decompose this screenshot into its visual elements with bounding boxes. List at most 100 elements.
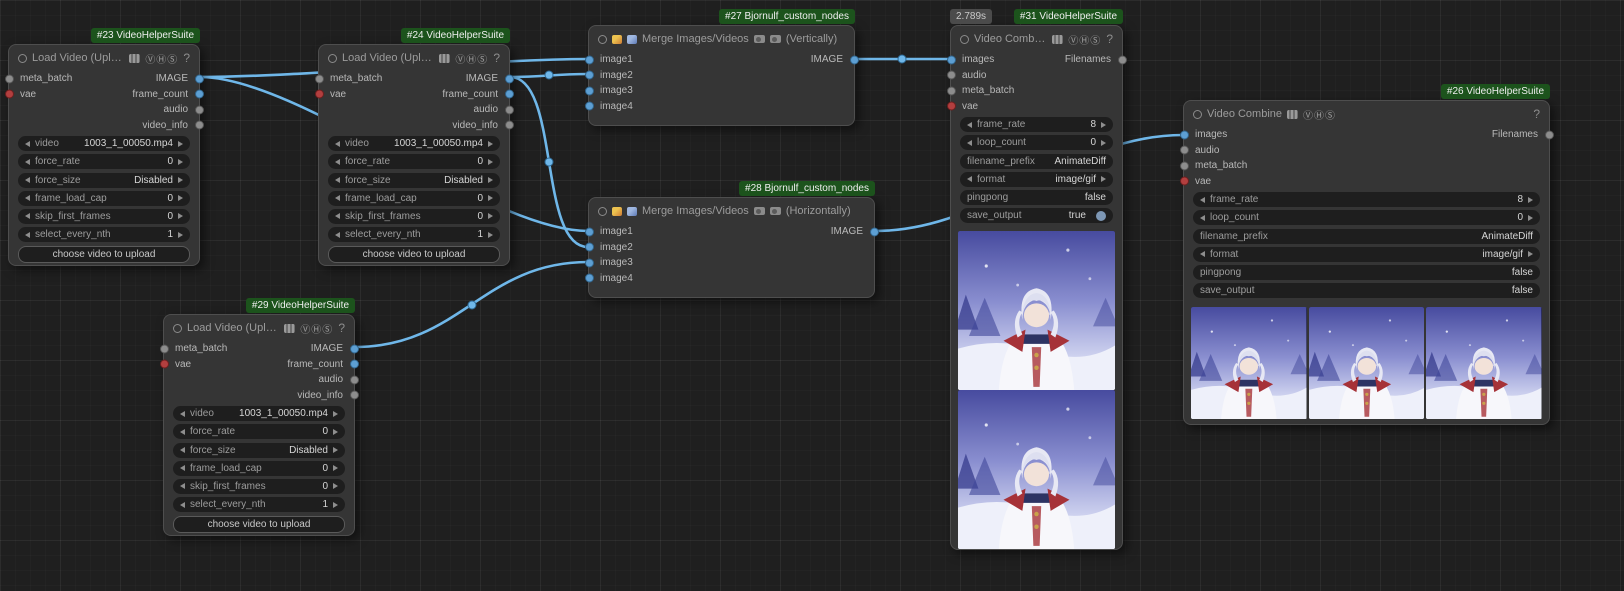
widget-skip_first_frames[interactable]: skip_first_frames0 <box>173 479 345 494</box>
output-port-audio[interactable] <box>195 105 204 114</box>
widget-frame_load_cap[interactable]: frame_load_cap0 <box>18 191 190 206</box>
choose-video-button[interactable]: choose video to upload <box>328 246 500 263</box>
decrement-arrow[interactable] <box>1200 215 1205 221</box>
increment-arrow[interactable] <box>1528 251 1533 257</box>
increment-arrow[interactable] <box>333 465 338 471</box>
widget-format[interactable]: formatimage/gif <box>960 172 1113 187</box>
collapse-dot[interactable] <box>173 324 182 333</box>
increment-arrow[interactable] <box>178 177 183 183</box>
increment-arrow[interactable] <box>488 213 493 219</box>
decrement-arrow[interactable] <box>180 447 185 453</box>
output-port-video_info[interactable] <box>350 391 359 400</box>
widget-filename_prefix[interactable]: filename_prefixAnimateDiff <box>1193 229 1540 244</box>
decrement-arrow[interactable] <box>25 195 30 201</box>
node-load-video-24[interactable]: Load Video (Upload) ⓋⒽⓈ ? meta_batch IMA… <box>318 44 510 266</box>
widget-frame_rate[interactable]: frame_rate8 <box>960 117 1113 132</box>
node-video-combine-26[interactable]: Video Combine ⓋⒽⓈ ? images Filenames aud… <box>1183 100 1550 425</box>
widget-select_every_nth[interactable]: select_every_nth1 <box>328 227 500 242</box>
output-port-frame_count[interactable] <box>195 90 204 99</box>
input-port-meta_batch[interactable] <box>160 344 169 353</box>
input-port-image2[interactable] <box>585 243 594 252</box>
widget-select_every_nth[interactable]: select_every_nth1 <box>173 497 345 512</box>
increment-arrow[interactable] <box>1101 122 1106 128</box>
output-port-filenames[interactable] <box>1545 130 1554 139</box>
input-port-meta_batch[interactable] <box>1180 161 1189 170</box>
decrement-arrow[interactable] <box>335 141 340 147</box>
increment-arrow[interactable] <box>178 159 183 165</box>
widget-force_rate[interactable]: force_rate0 <box>328 154 500 169</box>
node-header[interactable]: Load Video (Upload) ⓋⒽⓈ ? <box>164 315 354 341</box>
input-port-vae[interactable] <box>947 102 956 111</box>
toggle-dot[interactable] <box>1096 211 1106 221</box>
increment-arrow[interactable] <box>1528 215 1533 221</box>
increment-arrow[interactable] <box>333 502 338 508</box>
output-port-image[interactable] <box>505 74 514 83</box>
widget-filename_prefix[interactable]: filename_prefixAnimateDiff <box>960 154 1113 169</box>
increment-arrow[interactable] <box>178 141 183 147</box>
widget-video[interactable]: video1003_1_00050.mp4 <box>328 136 500 151</box>
collapse-dot[interactable] <box>598 35 607 44</box>
help-icon[interactable]: ? <box>183 51 190 65</box>
decrement-arrow[interactable] <box>967 140 972 146</box>
help-icon[interactable]: ? <box>493 51 500 65</box>
choose-video-button[interactable]: choose video to upload <box>173 516 345 533</box>
decrement-arrow[interactable] <box>335 195 340 201</box>
node-graph-canvas[interactable]: #23 VideoHelperSuite #24 VideoHelperSuit… <box>0 0 1624 591</box>
decrement-arrow[interactable] <box>335 159 340 165</box>
widget-force_size[interactable]: force_sizeDisabled <box>18 173 190 188</box>
input-port-image1[interactable] <box>585 55 594 64</box>
increment-arrow[interactable] <box>488 195 493 201</box>
input-port-image3[interactable] <box>585 86 594 95</box>
input-port-images[interactable] <box>1180 130 1189 139</box>
collapse-dot[interactable] <box>18 54 27 63</box>
widget-pingpong[interactable]: pingpongfalse <box>1193 265 1540 280</box>
decrement-arrow[interactable] <box>1200 251 1205 257</box>
decrement-arrow[interactable] <box>335 232 340 238</box>
widget-save_output[interactable]: save_outputfalse <box>1193 283 1540 298</box>
decrement-arrow[interactable] <box>180 483 185 489</box>
input-port-image4[interactable] <box>585 274 594 283</box>
widget-frame_load_cap[interactable]: frame_load_cap0 <box>173 461 345 476</box>
input-port-image3[interactable] <box>585 258 594 267</box>
increment-arrow[interactable] <box>488 141 493 147</box>
node-header[interactable]: Merge Images/Videos (Vertically) <box>589 26 854 52</box>
node-load-video-29[interactable]: Load Video (Upload) ⓋⒽⓈ ? meta_batch IMA… <box>163 314 355 536</box>
decrement-arrow[interactable] <box>335 177 340 183</box>
widget-loop_count[interactable]: loop_count0 <box>960 135 1113 150</box>
widget-force_rate[interactable]: force_rate0 <box>18 154 190 169</box>
widget-skip_first_frames[interactable]: skip_first_frames0 <box>328 209 500 224</box>
help-icon[interactable]: ? <box>1533 107 1540 121</box>
widget-video[interactable]: video1003_1_00050.mp4 <box>18 136 190 151</box>
increment-arrow[interactable] <box>178 195 183 201</box>
increment-arrow[interactable] <box>1101 176 1106 182</box>
output-port-image[interactable] <box>195 74 204 83</box>
decrement-arrow[interactable] <box>180 502 185 508</box>
decrement-arrow[interactable] <box>335 213 340 219</box>
input-port-meta_batch[interactable] <box>315 74 324 83</box>
output-port-video_info[interactable] <box>195 121 204 130</box>
decrement-arrow[interactable] <box>25 232 30 238</box>
collapse-dot[interactable] <box>1193 110 1202 119</box>
node-load-video-23[interactable]: Load Video (Upload) ⓋⒽⓈ ? meta_batch IMA… <box>8 44 200 266</box>
widget-force_size[interactable]: force_sizeDisabled <box>173 443 345 458</box>
collapse-dot[interactable] <box>598 207 607 216</box>
widget-loop_count[interactable]: loop_count0 <box>1193 210 1540 225</box>
widget-skip_first_frames[interactable]: skip_first_frames0 <box>18 209 190 224</box>
help-icon[interactable]: ? <box>1106 32 1113 46</box>
widget-select_every_nth[interactable]: select_every_nth1 <box>18 227 190 242</box>
widget-frame_load_cap[interactable]: frame_load_cap0 <box>328 191 500 206</box>
widget-pingpong[interactable]: pingpongfalse <box>960 190 1113 205</box>
decrement-arrow[interactable] <box>1200 197 1205 203</box>
input-port-image2[interactable] <box>585 71 594 80</box>
widget-format[interactable]: formatimage/gif <box>1193 247 1540 262</box>
output-port-frame_count[interactable] <box>350 360 359 369</box>
decrement-arrow[interactable] <box>25 141 30 147</box>
node-header[interactable]: Merge Images/Videos (Horizontally) <box>589 198 874 224</box>
decrement-arrow[interactable] <box>967 176 972 182</box>
increment-arrow[interactable] <box>488 159 493 165</box>
output-port-audio[interactable] <box>505 105 514 114</box>
input-port-vae[interactable] <box>160 360 169 369</box>
node-merge-vertical-27[interactable]: Merge Images/Videos (Vertically) image1 … <box>588 25 855 126</box>
decrement-arrow[interactable] <box>180 429 185 435</box>
increment-arrow[interactable] <box>333 483 338 489</box>
